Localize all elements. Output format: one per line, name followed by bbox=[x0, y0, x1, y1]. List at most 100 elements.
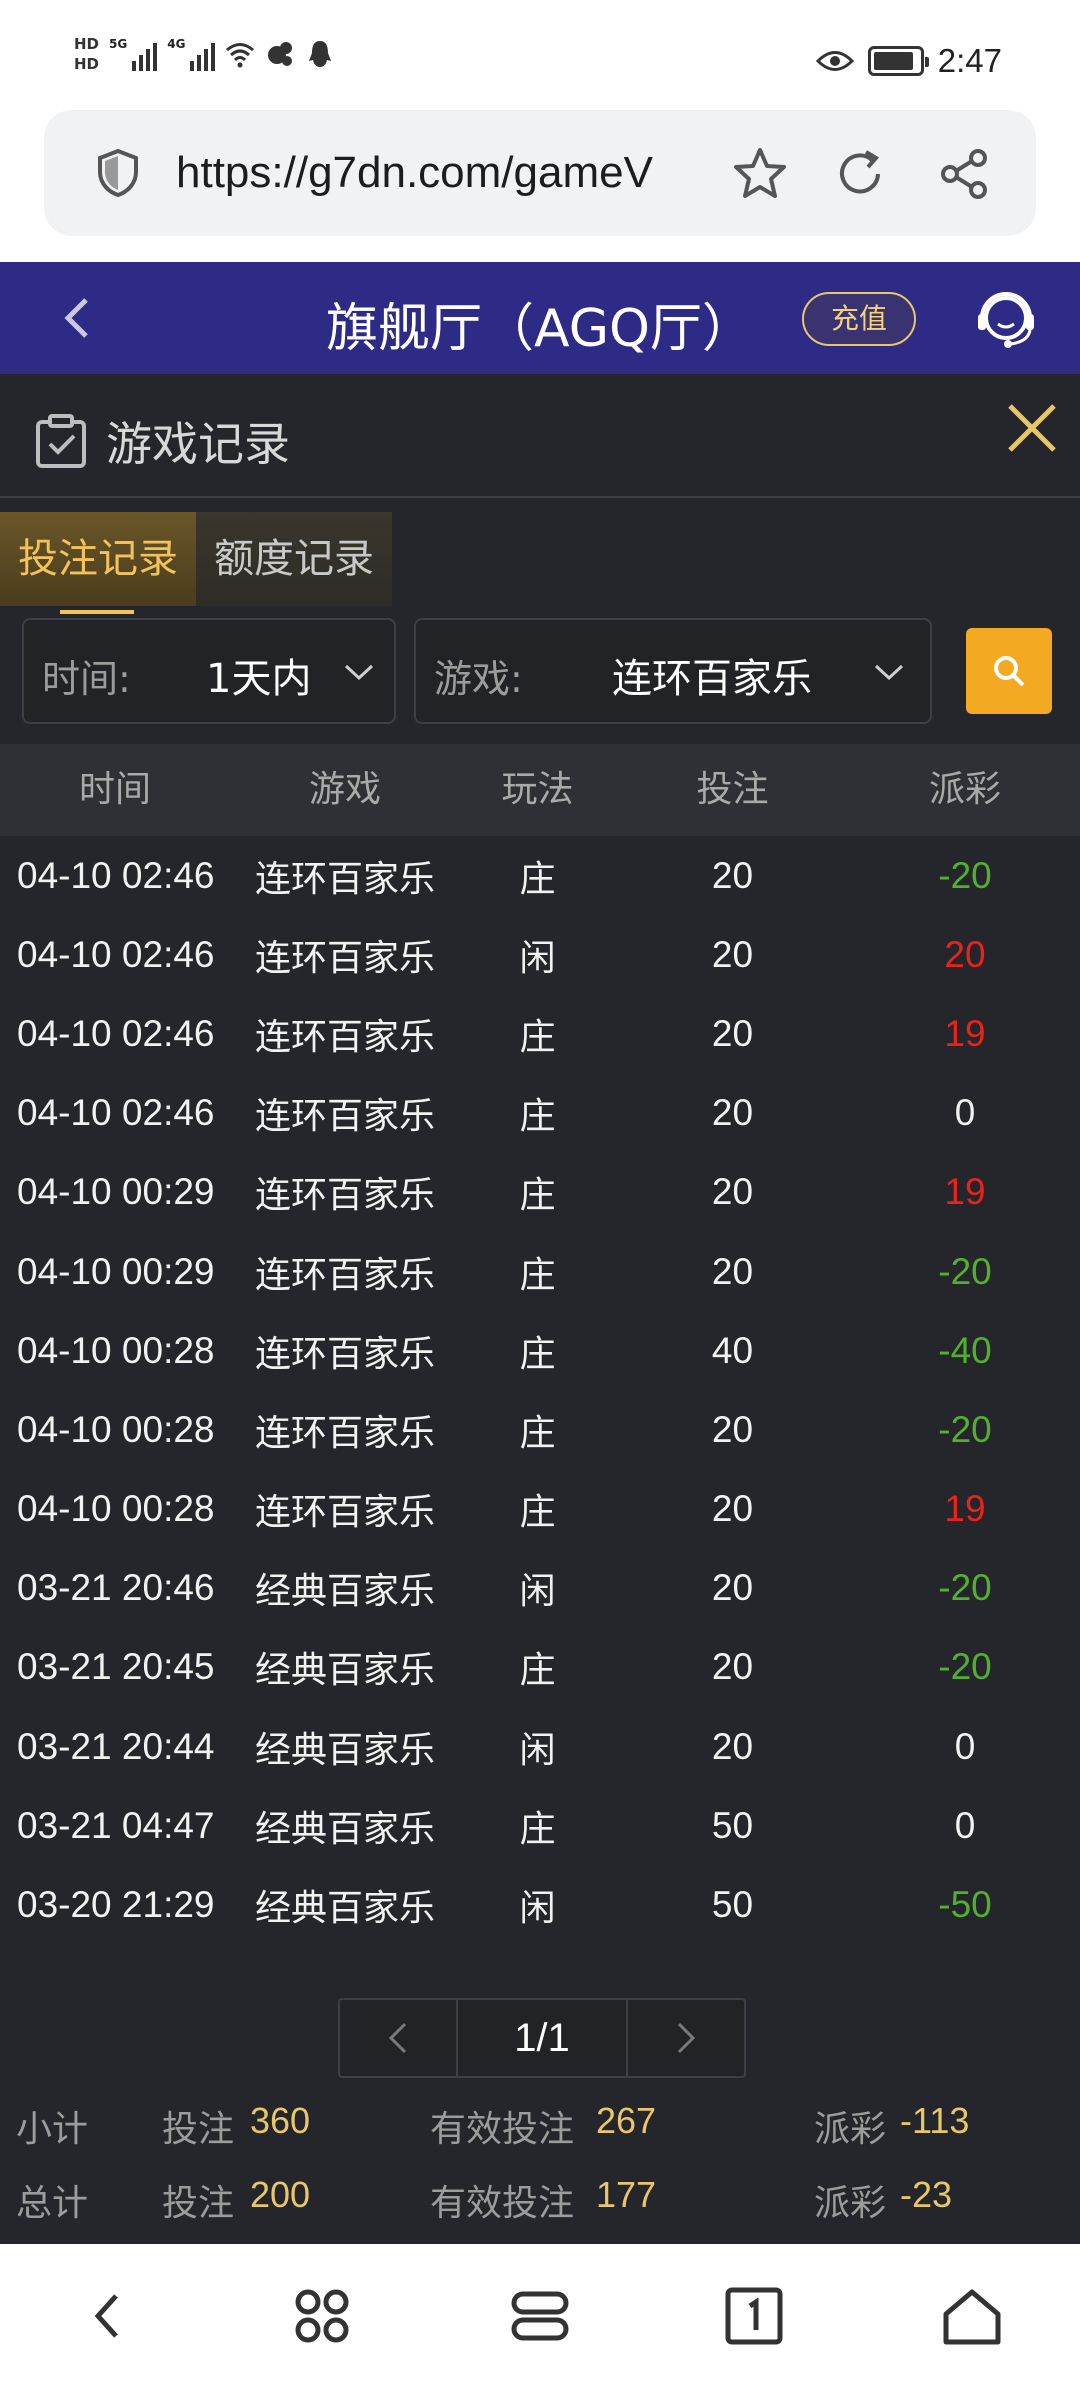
row-bet: 50 bbox=[711, 1804, 754, 1846]
row-play: 庄 bbox=[519, 1175, 556, 1217]
qq-icon bbox=[309, 41, 332, 67]
row-game: 连环百家乐 bbox=[254, 1096, 435, 1138]
row-game: 连环百家乐 bbox=[254, 1016, 435, 1058]
row-play: 闲 bbox=[519, 1729, 556, 1771]
status-right: 2:47 bbox=[815, 42, 1002, 80]
row-play: 闲 bbox=[519, 1571, 556, 1613]
app-header: 旗舰厅（AGQ厅） 充值 bbox=[0, 262, 1080, 374]
row-play: 庄 bbox=[519, 1254, 556, 1296]
app-notify-icon bbox=[268, 42, 293, 66]
menu-icon[interactable] bbox=[290, 2284, 354, 2348]
filter-bar: 时间: 1天内 游戏: 连环百家乐 bbox=[0, 618, 1080, 730]
shield-icon[interactable] bbox=[94, 148, 142, 198]
table-row: 03-21 04:47 经典百家乐 庄 50 0 bbox=[0, 1786, 1080, 1865]
time-filter-select[interactable]: 时间: 1天内 bbox=[22, 618, 396, 724]
row-game: 经典百家乐 bbox=[254, 1888, 435, 1930]
browser-toolbar: https://g7dn.com/gameV bbox=[0, 110, 1080, 262]
table-row: 04-10 00:28 连环百家乐 庄 40 -40 bbox=[0, 1311, 1080, 1390]
row-bet: 20 bbox=[711, 1567, 754, 1609]
page-title: 旗舰厅（AGQ厅） bbox=[326, 299, 754, 359]
signal-4g-icon: 4G bbox=[167, 37, 216, 71]
row-payout: 19 bbox=[944, 1171, 986, 1213]
battery-icon bbox=[867, 46, 929, 76]
subtotal-row: 小计 投注 360 有效投注 267 派彩 -113 bbox=[0, 2086, 1080, 2160]
row-payout: -20 bbox=[938, 854, 992, 896]
url-text[interactable]: https://g7dn.com/gameV bbox=[176, 148, 736, 198]
search-icon bbox=[994, 656, 1025, 687]
game-filter-select[interactable]: 游戏: 连环百家乐 bbox=[414, 618, 932, 724]
table-row: 03-21 20:46 经典百家乐 闲 20 -20 bbox=[0, 1549, 1080, 1628]
recharge-button[interactable]: 充值 bbox=[802, 292, 916, 346]
hd-indicator: HD HD bbox=[74, 36, 99, 72]
game-filter-label: 游戏: bbox=[434, 657, 523, 701]
status-left: HD HD 5G 4G bbox=[74, 36, 335, 72]
row-bet: 20 bbox=[711, 1092, 754, 1134]
wifi-icon bbox=[226, 43, 255, 68]
subtotal-label: 小计 bbox=[16, 2109, 89, 2150]
tab-credit-records[interactable]: 额度记录 bbox=[196, 512, 392, 606]
summary: 小计 投注 360 有效投注 267 派彩 -113 总计 投注 200 有效投… bbox=[0, 2086, 1080, 2234]
row-game: 连环百家乐 bbox=[254, 1175, 435, 1217]
chevron-left-icon bbox=[388, 2022, 407, 2054]
panel-title: 游戏记录 bbox=[106, 417, 290, 471]
subtotal-valid-value: 267 bbox=[596, 2100, 657, 2141]
row-payout: -20 bbox=[938, 1250, 992, 1292]
records-table-body: 04-10 02:46 连环百家乐庄 20 -20 04-10 02:46 连环百家乐闲 2… bbox=[0, 836, 1080, 1945]
row-time: 03-21 20:46 bbox=[17, 1567, 215, 1609]
table-row: 04-10 02:46 连环百家乐 闲 20 20 bbox=[0, 915, 1080, 994]
home-icon[interactable] bbox=[940, 2284, 1004, 2348]
row-game: 连环百家乐 bbox=[254, 937, 435, 979]
row-payout: 20 bbox=[944, 933, 986, 975]
row-payout: -20 bbox=[938, 1567, 992, 1609]
row-time: 04-10 00:28 bbox=[17, 1408, 215, 1450]
table-row: 03-20 21:29 经典百家乐 闲 50 -50 bbox=[0, 1865, 1080, 1944]
share-icon[interactable] bbox=[934, 144, 994, 204]
row-game: 经典百家乐 bbox=[254, 1808, 435, 1850]
row-payout: 19 bbox=[944, 1012, 986, 1054]
close-icon[interactable] bbox=[1000, 396, 1064, 460]
chevron-right-icon bbox=[677, 2022, 696, 2054]
nav-back-icon[interactable] bbox=[76, 2284, 140, 2348]
row-bet: 20 bbox=[711, 1012, 754, 1054]
row-bet: 20 bbox=[711, 1171, 754, 1213]
row-game: 连环百家乐 bbox=[254, 858, 435, 900]
next-page-button[interactable] bbox=[628, 2000, 744, 2076]
row-play: 庄 bbox=[519, 1016, 556, 1058]
address-bar[interactable]: https://g7dn.com/gameV bbox=[44, 110, 1036, 236]
row-bet: 20 bbox=[711, 1250, 754, 1292]
row-time: 03-21 04:47 bbox=[17, 1804, 215, 1846]
game-filter-value: 连环百家乐 bbox=[612, 656, 812, 702]
table-header: 时间 游戏 玩法 投注 派彩 bbox=[0, 744, 1080, 836]
browser-bottom-nav bbox=[0, 2244, 1080, 2388]
table-row: 03-21 20:45 经典百家乐 庄 20 -20 bbox=[0, 1628, 1080, 1707]
row-payout: 0 bbox=[954, 1725, 976, 1767]
total-valid-label: 有效投注 bbox=[430, 2183, 575, 2224]
subtotal-payout-label: 派彩 bbox=[814, 2109, 887, 2150]
total-bet-label: 投注 bbox=[162, 2183, 235, 2224]
row-time: 04-10 02:46 bbox=[17, 1012, 215, 1054]
subtotal-bet-label: 投注 bbox=[162, 2109, 235, 2150]
prev-page-button[interactable] bbox=[340, 2000, 456, 2076]
row-game: 连环百家乐 bbox=[254, 1492, 435, 1534]
refresh-icon[interactable] bbox=[830, 144, 890, 204]
tabs-icon[interactable] bbox=[508, 2284, 572, 2348]
table-row: 04-10 00:28 连环百家乐 庄 20 19 bbox=[0, 1470, 1080, 1549]
eye-icon bbox=[815, 51, 854, 71]
table-row: 04-10 02:46 连环百家乐 庄 20 -20 bbox=[0, 836, 1080, 915]
tab-count-icon[interactable] bbox=[722, 2284, 786, 2348]
row-game: 连环百家乐 bbox=[254, 1412, 435, 1454]
support-icon[interactable] bbox=[970, 284, 1042, 356]
row-game: 经典百家乐 bbox=[254, 1650, 435, 1692]
time-filter-value: 1天内 bbox=[206, 656, 312, 702]
search-button[interactable] bbox=[966, 628, 1052, 714]
row-payout: 0 bbox=[954, 1092, 976, 1134]
row-payout: 19 bbox=[944, 1488, 986, 1530]
clipboard-check-icon bbox=[36, 414, 86, 468]
battery-level bbox=[873, 52, 914, 70]
row-bet: 20 bbox=[711, 854, 754, 896]
row-bet: 20 bbox=[711, 1646, 754, 1688]
star-icon[interactable] bbox=[730, 144, 790, 204]
tab-bet-records[interactable]: 投注记录 bbox=[0, 512, 196, 614]
signal-5g-label: 5G bbox=[109, 37, 128, 51]
row-time: 03-21 20:45 bbox=[17, 1646, 215, 1688]
